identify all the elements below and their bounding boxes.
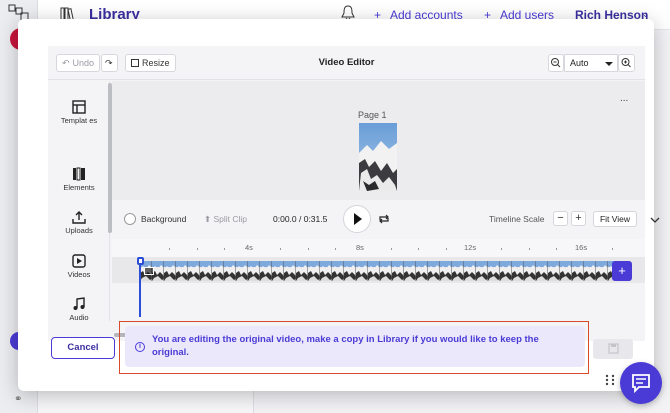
- chat-support-button[interactable]: [620, 362, 662, 404]
- tick-label: 12s: [464, 243, 477, 252]
- tick-mark: [308, 248, 309, 250]
- page-label: Page 1: [358, 110, 387, 120]
- tick-mark: [529, 248, 530, 250]
- drag-handle-icon[interactable]: [605, 374, 615, 386]
- background-toggle[interactable]: [124, 213, 136, 225]
- play-button[interactable]: [343, 205, 371, 233]
- background-label: Background: [141, 214, 187, 224]
- timeline-scale-label: Timeline Scale: [489, 214, 545, 224]
- tool-videos-label: Videos: [67, 270, 91, 279]
- tick-label: 8s: [356, 243, 364, 252]
- tools-sidebar: Templat es Elements Uploads Videos Audio: [48, 81, 110, 322]
- video-track: +: [112, 257, 645, 283]
- elements-icon: [73, 167, 85, 181]
- info-icon: i: [135, 342, 145, 352]
- video-editor-modal: ↶ Undo ↷ Resize Video Editor Auto Templa…: [18, 19, 660, 391]
- tool-templates-label: Templat es: [60, 116, 98, 125]
- tick-mark: [556, 248, 557, 250]
- zoom-value: Auto: [570, 58, 589, 68]
- tool-templates[interactable]: Templat es: [48, 100, 110, 125]
- caret-down-icon: [605, 62, 613, 66]
- split-clip-icon: ⬆︎: [204, 214, 212, 224]
- tick-mark: [418, 248, 419, 250]
- tick-mark: [612, 248, 613, 250]
- uploads-icon: [72, 211, 86, 224]
- chat-icon: [632, 374, 650, 394]
- zoom-select[interactable]: Auto: [564, 54, 618, 72]
- tool-audio[interactable]: Audio: [48, 297, 110, 322]
- audio-icon: [73, 297, 85, 310]
- tool-uploads[interactable]: Uploads: [48, 210, 110, 235]
- scale-decrease-button[interactable]: −: [553, 211, 568, 226]
- zoom-out-icon: [551, 58, 561, 68]
- zoom-in-button[interactable]: [618, 54, 635, 72]
- link-icon[interactable]: ⚭: [14, 394, 22, 405]
- cancel-button[interactable]: Cancel: [51, 337, 115, 359]
- page-thumbnail[interactable]: [359, 123, 397, 191]
- editor-frame: ↶ Undo ↷ Resize Video Editor Auto Templa…: [48, 46, 660, 341]
- clip-video-icon: [144, 267, 154, 275]
- split-clip-label: Split Clip: [213, 214, 248, 224]
- tick-mark: [224, 248, 225, 250]
- split-clip-button[interactable]: ⬆︎ Split Clip: [204, 214, 247, 225]
- tool-elements[interactable]: Elements: [48, 167, 110, 192]
- editor-toolbar: ↶ Undo ↷ Resize Video Editor Auto: [48, 46, 645, 80]
- video-clip-filmstrip[interactable]: [140, 261, 620, 281]
- chevron-down-icon[interactable]: [650, 216, 660, 224]
- tick-label: 4s: [245, 243, 253, 252]
- tick-mark: [280, 248, 281, 250]
- more-options-icon[interactable]: ...: [620, 93, 628, 104]
- tick-mark: [197, 248, 198, 250]
- tick-mark: [335, 248, 336, 250]
- templates-icon: [72, 100, 86, 114]
- playback-controls: Background ⬆︎ Split Clip 0:00.0 / 0:31.5…: [112, 200, 660, 238]
- fit-view-button[interactable]: Fit View: [593, 211, 637, 227]
- info-highlight: i You are editing the original video, ma…: [119, 321, 589, 374]
- time-readout: 0:00.0 / 0:31.5: [273, 214, 328, 224]
- tick-mark: [169, 248, 170, 250]
- editor-canvas: ... Page 1: [112, 81, 645, 200]
- zoom-in-icon: [621, 58, 631, 68]
- tick-mark: [391, 248, 392, 250]
- info-message: You are editing the original video, make…: [152, 334, 539, 358]
- tool-elements-label: Elements: [63, 183, 95, 192]
- save-icon: [608, 343, 619, 354]
- tick-mark: [501, 248, 502, 250]
- loop-icon[interactable]: [378, 214, 390, 224]
- tool-uploads-label: Uploads: [65, 226, 93, 235]
- add-clip-button[interactable]: +: [612, 261, 632, 281]
- tool-audio-label: Audio: [69, 313, 89, 322]
- save-button[interactable]: [593, 339, 633, 359]
- playhead-handle[interactable]: [137, 257, 144, 265]
- tick-label: 16s: [575, 243, 588, 252]
- playhead-line[interactable]: [139, 257, 141, 317]
- play-icon: [354, 213, 362, 225]
- videos-icon: [72, 254, 86, 268]
- info-banner: i You are editing the original video, ma…: [125, 326, 585, 367]
- tick-mark: [446, 248, 447, 250]
- zoom-out-button[interactable]: [548, 54, 564, 72]
- timeline-ruler[interactable]: 4s 8s 12s 16s: [112, 239, 645, 257]
- tool-videos[interactable]: Videos: [48, 254, 110, 279]
- scale-increase-button[interactable]: +: [571, 211, 586, 226]
